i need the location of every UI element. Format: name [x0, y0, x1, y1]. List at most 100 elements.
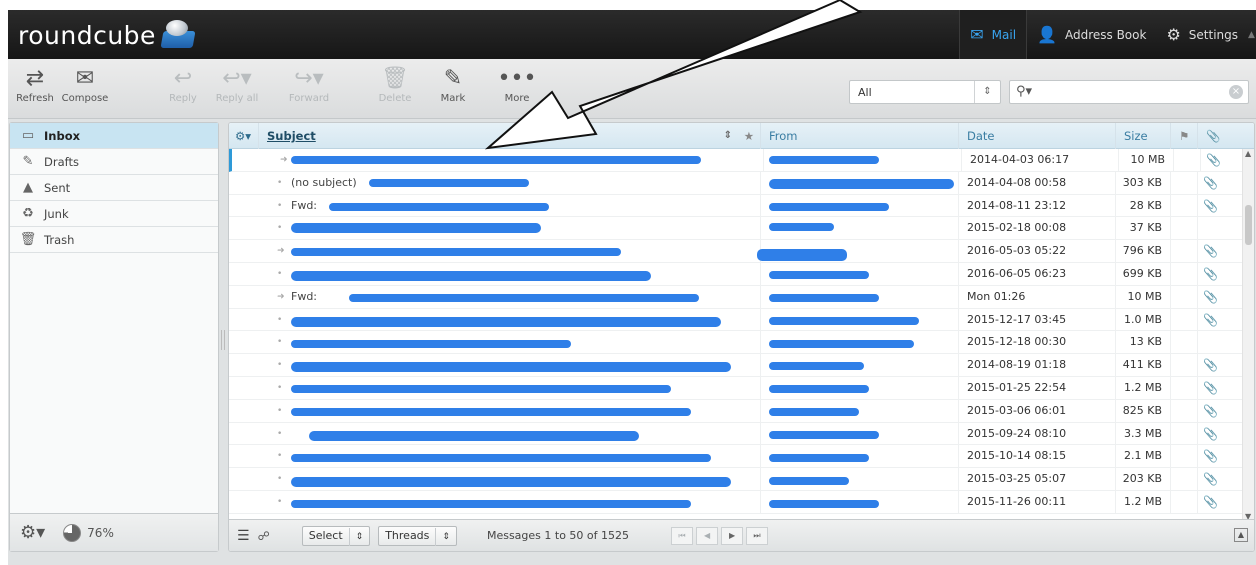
message-flag[interactable] — [1171, 468, 1198, 491]
compose-button[interactable]: ✉ Compose — [60, 65, 110, 104]
envelope-icon: ✉ — [970, 25, 984, 44]
message-flag[interactable] — [1171, 399, 1198, 423]
previous-page-icon[interactable]: ◀ — [696, 526, 719, 545]
forward-button[interactable]: ↪▾ Forward — [284, 65, 334, 104]
more-dots-icon: ••• — [497, 66, 537, 91]
unread-dot-icon: • — [277, 496, 283, 507]
select-menu-button[interactable]: Select ⇕ — [301, 525, 371, 546]
redaction-mark — [757, 249, 847, 261]
redaction-mark — [291, 340, 571, 348]
reply-all-button[interactable]: ↩▾ Reply all — [212, 65, 262, 104]
folder-drafts-label: Drafts — [44, 154, 79, 169]
expand-preview-icon[interactable]: ▲ — [1234, 528, 1248, 542]
trash-icon: 🗑 — [19, 232, 37, 247]
message-size: 411 KB — [1116, 354, 1171, 377]
mark-button[interactable]: ✎ Mark — [428, 65, 478, 104]
reply-button[interactable]: ↩ Reply — [158, 65, 208, 104]
redaction-mark — [769, 454, 869, 462]
thread-options-icon[interactable]: ☍ — [258, 529, 270, 543]
message-date: 2016-06-05 06:23 — [959, 262, 1116, 286]
panel-splitter[interactable] — [221, 330, 225, 350]
top-menu-toggle[interactable]: ▲ — [1248, 10, 1256, 59]
attachment-column-icon[interactable]: 📎 — [1198, 123, 1223, 149]
message-date: 2014-08-11 23:12 — [959, 194, 1116, 218]
redaction-mark — [291, 248, 621, 256]
redaction-mark — [291, 362, 731, 372]
refresh-button[interactable]: ⇄ Refresh — [10, 65, 60, 104]
message-flag[interactable] — [1171, 445, 1198, 469]
column-from[interactable]: From — [761, 123, 959, 149]
sort-icon[interactable]: ⇕ — [724, 123, 732, 149]
unread-dot-icon: • — [277, 382, 283, 393]
message-flag[interactable] — [1171, 285, 1198, 309]
redaction-mark — [291, 317, 721, 327]
first-page-icon[interactable]: ⏮ — [671, 526, 694, 545]
list-layout-icon[interactable]: ☰ — [237, 528, 250, 544]
message-flag[interactable] — [1171, 308, 1198, 332]
scrollbar-thumb[interactable] — [1245, 205, 1252, 245]
folder-inbox[interactable]: ▭ Inbox — [10, 123, 218, 149]
roundcube-logo[interactable]: roundcube — [18, 18, 196, 52]
unread-dot-icon: • — [277, 200, 283, 211]
clear-search-icon[interactable]: × — [1229, 85, 1243, 99]
last-page-icon[interactable]: ⏭ — [746, 526, 769, 545]
message-flag[interactable] — [1171, 262, 1198, 286]
message-flag[interactable] — [1171, 376, 1198, 400]
paperclip-icon: 📎 — [1203, 198, 1218, 213]
message-date: 2015-02-18 00:08 — [959, 217, 1116, 241]
paperclip-icon: 📎 — [1203, 266, 1218, 281]
star-icon[interactable]: ★ — [744, 123, 754, 149]
message-flag[interactable] — [1171, 194, 1198, 218]
column-size[interactable]: Size — [1116, 123, 1171, 149]
scroll-up-icon[interactable]: ▲ — [1245, 149, 1251, 158]
redaction-mark — [291, 408, 691, 416]
column-date[interactable]: Date — [959, 123, 1116, 149]
folder-junk[interactable]: ♻ Junk — [10, 201, 218, 227]
nav-settings[interactable]: ⚙ Settings — [1156, 10, 1248, 59]
delete-button[interactable]: 🗑 Delete — [370, 65, 420, 104]
message-size: 303 KB — [1116, 171, 1171, 195]
list-options-gear-icon[interactable]: ⚙▾ — [229, 123, 259, 149]
message-date: 2015-10-14 08:15 — [959, 445, 1116, 469]
redaction-mark — [291, 385, 671, 393]
message-flag[interactable] — [1171, 354, 1198, 377]
filter-select[interactable]: All ⇕ — [849, 80, 1001, 104]
message-date: 2014-04-03 06:17 — [962, 149, 1119, 172]
message-flag[interactable] — [1171, 217, 1198, 241]
no-attachment — [1198, 217, 1223, 240]
folder-options-gear-icon[interactable]: ⚙▾ — [20, 522, 45, 543]
select-arrows-icon: ⇕ — [435, 527, 450, 546]
paperclip-icon: 📎 — [1203, 403, 1218, 418]
message-flag[interactable] — [1171, 490, 1198, 514]
folder-trash[interactable]: 🗑 Trash — [10, 227, 218, 253]
message-list-scrollbar[interactable]: ▲ ▼ — [1242, 149, 1254, 521]
search-input[interactable] — [1036, 83, 1226, 101]
flag-column-icon[interactable]: ⚑ — [1171, 123, 1198, 149]
message-flag[interactable] — [1171, 422, 1198, 446]
redaction-mark — [769, 477, 849, 485]
message-flag[interactable] — [1171, 331, 1198, 355]
folder-drafts[interactable]: ✎ Drafts — [10, 149, 218, 175]
threads-menu-button[interactable]: Threads ⇕ — [378, 525, 457, 546]
threads-label: Threads — [385, 528, 430, 542]
search-icon[interactable]: ⚲▾ — [1016, 84, 1032, 99]
message-flag[interactable] — [1174, 149, 1201, 172]
search-box[interactable]: ⚲▾ × — [1009, 80, 1249, 104]
next-page-icon[interactable]: ▶ — [721, 526, 744, 545]
message-size: 28 KB — [1116, 194, 1171, 218]
redaction-mark — [309, 431, 639, 441]
mail-toolbar: ⇄ Refresh ✉ Compose ↩ Reply ↩▾ Reply all… — [8, 59, 1256, 119]
message-flag[interactable] — [1171, 171, 1198, 195]
person-icon: 👤 — [1037, 25, 1057, 44]
nav-mail[interactable]: ✉ Mail — [959, 10, 1028, 59]
unread-dot-icon: • — [277, 360, 283, 371]
message-flag[interactable] — [1171, 240, 1198, 263]
more-button[interactable]: ••• More — [492, 65, 542, 104]
folder-sent[interactable]: ▲ Sent — [10, 175, 218, 201]
column-subject-label: Subject — [267, 129, 316, 143]
nav-address-book[interactable]: 👤 Address Book — [1027, 10, 1156, 59]
paperclip-icon: 📎 — [1203, 312, 1218, 327]
message-size: 203 KB — [1116, 468, 1171, 491]
unread-dot-icon: • — [277, 474, 283, 485]
column-subject[interactable]: Subject ⇕ ★ — [259, 123, 761, 149]
